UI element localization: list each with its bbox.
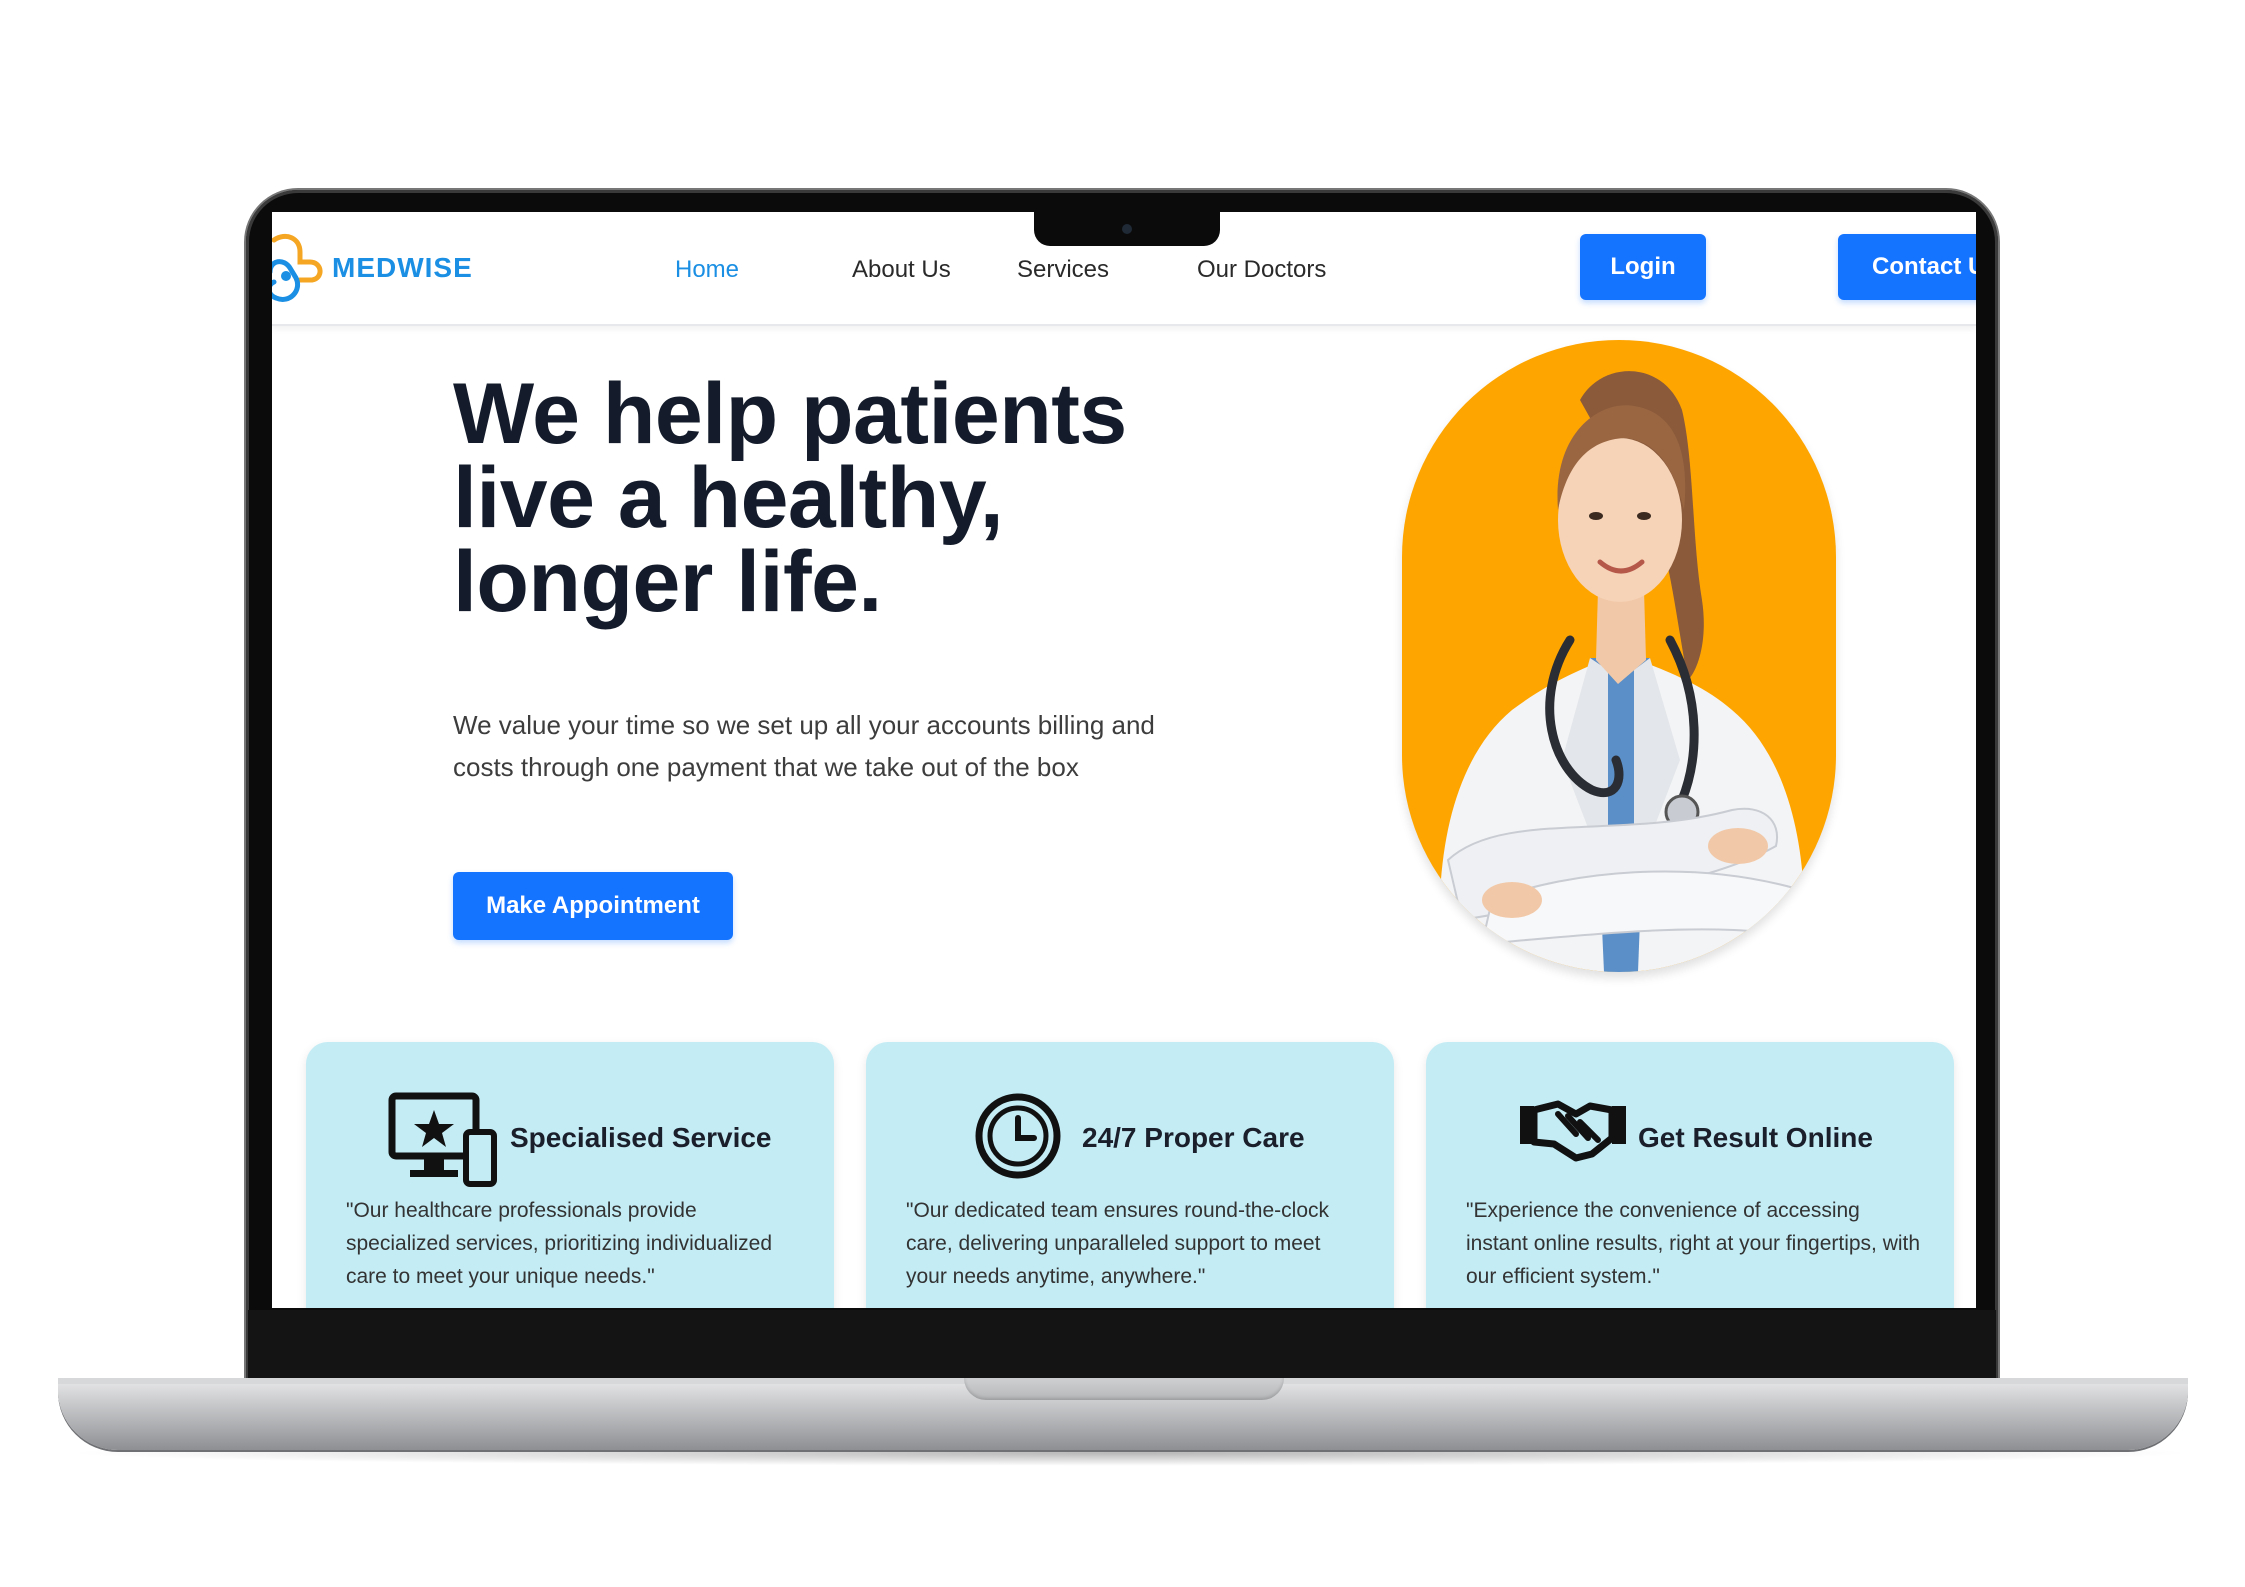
service-description: "Experience the convenience of accessing… xyxy=(1466,1199,1921,1288)
make-appointment-button[interactable]: Make Appointment xyxy=(453,872,733,940)
laptop-bezel-chin xyxy=(248,1310,1996,1382)
nav-link-services[interactable]: Services xyxy=(1017,256,1109,284)
service-card-specialised[interactable]: Specialised Service "Our healthcare prof… xyxy=(306,1042,834,1308)
camera-icon xyxy=(1122,224,1132,234)
brand-name[interactable]: MEDWISE xyxy=(332,252,473,284)
nav-link-our-doctors[interactable]: Our Doctors xyxy=(1197,256,1326,284)
contact-us-button[interactable]: Contact Us xyxy=(1838,234,1976,300)
devices-star-icon xyxy=(388,1092,497,1187)
handshake-icon xyxy=(1520,1100,1626,1162)
browser-viewport: MEDWISE Home About Us Services Our Docto… xyxy=(272,212,1976,1308)
service-description: "Our dedicated team ensures round-the-cl… xyxy=(906,1199,1330,1288)
service-card-results[interactable]: Get Result Online "Experience the conven… xyxy=(1426,1042,1954,1308)
nav-link-about-us[interactable]: About Us xyxy=(852,256,951,284)
laptop-open-notch xyxy=(964,1378,1284,1400)
doctor-illustration xyxy=(1439,371,1805,972)
logo-icon xyxy=(272,234,323,302)
login-button[interactable]: Login xyxy=(1580,234,1706,300)
camera-notch xyxy=(1034,212,1220,246)
service-description: "Our healthcare professionals provide sp… xyxy=(346,1199,773,1288)
service-card-care[interactable]: 24/7 Proper Care "Our dedicated team ens… xyxy=(866,1042,1394,1308)
service-title: Get Result Online xyxy=(1638,1122,1873,1153)
hero-title: We help patients live a healthy, longer … xyxy=(453,366,1127,630)
nav-link-home[interactable]: Home xyxy=(675,256,739,284)
service-title: 24/7 Proper Care xyxy=(1082,1122,1305,1153)
doctor-portrait xyxy=(1402,340,1836,972)
hero-subtitle: We value your time so we set up all your… xyxy=(453,710,1155,782)
clock-icon xyxy=(975,1093,1061,1179)
service-title: Specialised Service xyxy=(510,1122,772,1153)
